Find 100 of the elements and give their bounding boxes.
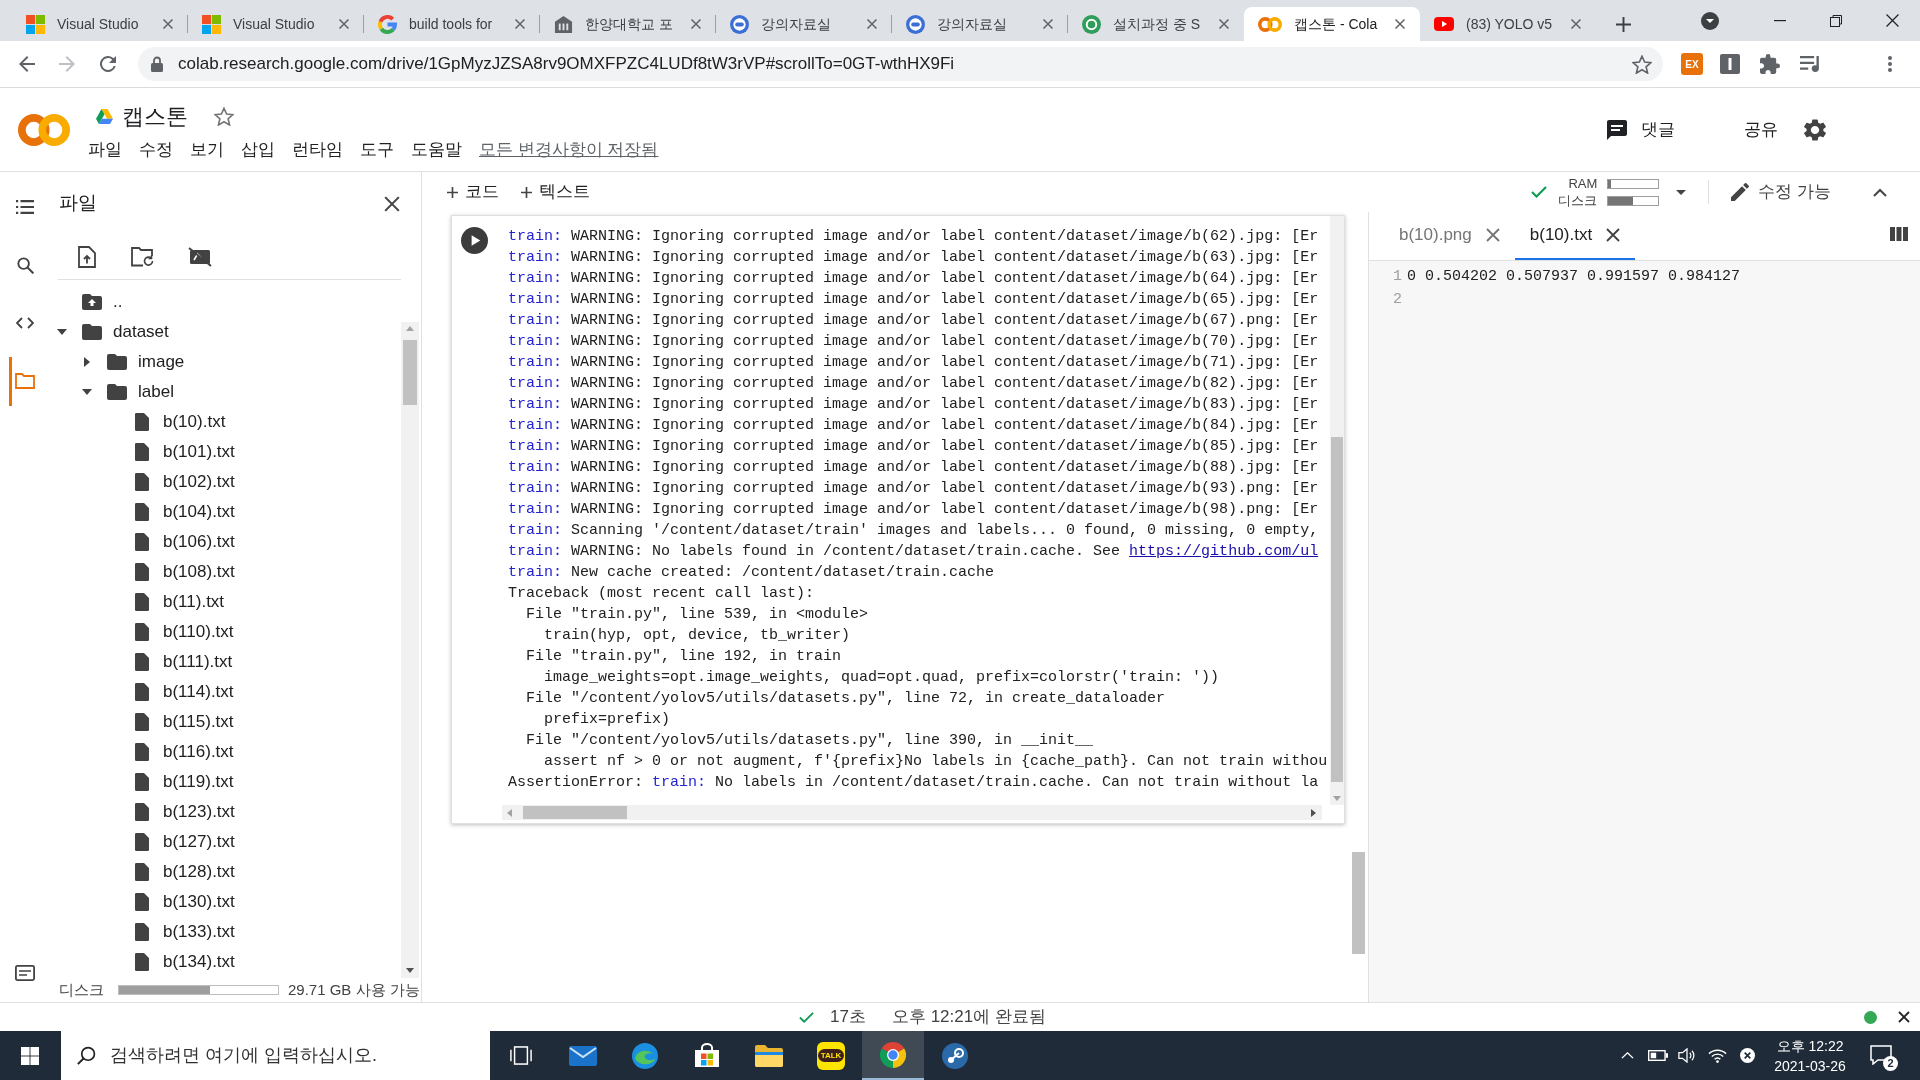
scrollbar-thumb[interactable] [1352,852,1365,954]
settings-icon[interactable] [1804,118,1826,141]
plus-icon[interactable] [1616,16,1631,32]
file-name[interactable]: b(115).txt [163,709,234,735]
arrow-down-icon[interactable] [406,968,414,973]
list-icon[interactable] [16,200,34,214]
notification-icon[interactable] [1870,1044,1892,1065]
menu-item[interactable]: 파일 [88,137,122,163]
folder-icon[interactable] [755,1044,783,1067]
file-name[interactable]: b(106).txt [163,529,235,555]
folder-name[interactable]: dataset [113,319,169,345]
upload-file-icon[interactable] [78,246,96,268]
close-circle-icon[interactable] [1739,1048,1755,1063]
close-icon[interactable] [1395,19,1405,29]
info-square-icon[interactable] [1720,54,1740,74]
file-name[interactable]: b(111).txt [163,649,233,675]
rings-logo-icon[interactable] [18,113,70,146]
mail-icon[interactable] [569,1045,597,1066]
file-name[interactable]: b(134).txt [163,949,235,975]
file-name[interactable]: b(10).txt [163,409,226,435]
add-cell-button[interactable]: 텍스트 [521,179,590,205]
speaker-icon[interactable] [1678,1048,1696,1063]
back-arrow-icon[interactable] [19,56,35,72]
battery-icon[interactable] [1647,1050,1668,1061]
arrow-right-icon[interactable] [1311,808,1316,817]
search-icon[interactable] [16,256,34,274]
editor-tab[interactable]: b(10).png [1384,212,1515,260]
menu-item[interactable]: 삽입 [241,137,275,163]
code-icon[interactable] [16,317,34,329]
address-bar[interactable]: colab.research.google.com/drive/1GpMyzJZSA8rv9OMXFPZC4LUDf8tW3rVP#scrollTo=0GT-wthHX9Fi [138,47,1663,81]
swirl-logo-icon[interactable] [632,1042,658,1069]
file-name[interactable]: b(104).txt [163,499,235,525]
reload-icon[interactable] [100,56,116,72]
playlist-icon[interactable] [1800,56,1820,72]
file-name[interactable]: b(101).txt [163,439,235,465]
file-name[interactable]: b(116).txt [163,739,234,765]
browser-tab[interactable]: Visual Studio [12,7,188,41]
columns-icon[interactable] [1890,226,1908,241]
file-name[interactable]: b(128).txt [163,859,235,885]
file-name[interactable]: b(133).txt [163,919,235,945]
file-name[interactable]: b(119).txt [163,769,234,795]
folder-refresh-icon[interactable] [131,247,155,267]
edit-mode-button[interactable]: 수정 가능 [1731,179,1831,205]
folder-name[interactable]: image [138,349,185,375]
file-name[interactable]: b(108).txt [163,559,235,585]
save-status-link[interactable]: 모든 변경사항이 저장됨 [479,137,659,163]
folder-name[interactable]: label [138,379,174,405]
caret-right-icon[interactable] [84,357,90,367]
menu-item[interactable]: 보기 [190,137,224,163]
taskbar-search-field[interactable]: 검색하려면 여기에 입력하십시오. [61,1031,490,1080]
folder-name[interactable]: .. [113,289,123,315]
scrollbar-thumb[interactable] [403,340,417,405]
file-name[interactable]: b(127).txt [163,829,235,855]
more-vertical-icon[interactable] [1888,56,1892,72]
chat-app-logo[interactable]: TALK [817,1041,845,1070]
drive-off-icon[interactable] [188,247,212,267]
steam-logo-icon[interactable] [942,1042,968,1069]
menu-item[interactable]: 런타임 [292,137,343,163]
browser-tab[interactable]: Visual Studio [188,7,364,41]
task-view-icon[interactable] [510,1046,532,1065]
browser-tab[interactable]: 강의자료실 [716,7,892,41]
scrollbar-thumb[interactable] [1331,437,1343,782]
shopping-bag-icon[interactable] [694,1043,720,1068]
chevron-up-icon[interactable] [1873,187,1887,197]
caret-down-icon[interactable] [1676,189,1687,195]
chrome-logo-icon[interactable] [880,1041,906,1068]
puzzle-icon[interactable] [1760,54,1780,74]
file-name[interactable]: b(123).txt [163,799,235,825]
browser-tab[interactable]: 강의자료실 [892,7,1068,41]
comment-button[interactable]: 댓글 [1607,116,1675,143]
wifi-icon[interactable] [1708,1048,1727,1063]
close-icon[interactable] [1898,1011,1910,1023]
file-name[interactable]: b(110).txt [163,619,234,645]
caret-down-icon[interactable] [57,329,67,335]
browser-tab[interactable]: 캡스톤 - Cola [1244,7,1420,41]
scrollbar-thumb[interactable] [523,806,627,819]
clock-time[interactable]: 오후 12:22 [1776,1035,1844,1056]
close-icon[interactable] [1885,14,1899,27]
close-icon[interactable] [1606,228,1621,242]
notebook-title[interactable]: 캡스톤 [122,99,188,133]
file-name[interactable]: b(130).txt [163,889,235,915]
windows-logo-icon[interactable] [20,1046,39,1065]
share-button[interactable]: 공유 [1744,116,1778,143]
star-icon[interactable] [214,106,234,126]
browser-tab[interactable]: 설치과정 중 S [1068,7,1244,41]
browser-tab[interactable]: 한양대학교 포 [540,7,716,41]
browser-tab[interactable]: build tools for [364,7,540,41]
minimize-icon[interactable] [1774,19,1786,22]
file-name[interactable]: b(114).txt [163,679,234,705]
terminal-icon[interactable] [15,965,35,981]
caret-circle-icon[interactable] [1701,11,1719,30]
link[interactable]: https://github.com/ul [1129,543,1319,560]
menu-item[interactable]: 도움말 [411,137,462,163]
star-icon[interactable] [1632,54,1652,74]
caret-down-icon[interactable] [82,389,92,395]
restore-icon[interactable] [1830,14,1842,27]
browser-tab[interactable]: (83) YOLO v5 [1420,7,1596,41]
menu-item[interactable]: 도구 [360,137,394,163]
file-name[interactable]: b(102).txt [163,469,235,495]
close-icon[interactable] [384,195,400,212]
